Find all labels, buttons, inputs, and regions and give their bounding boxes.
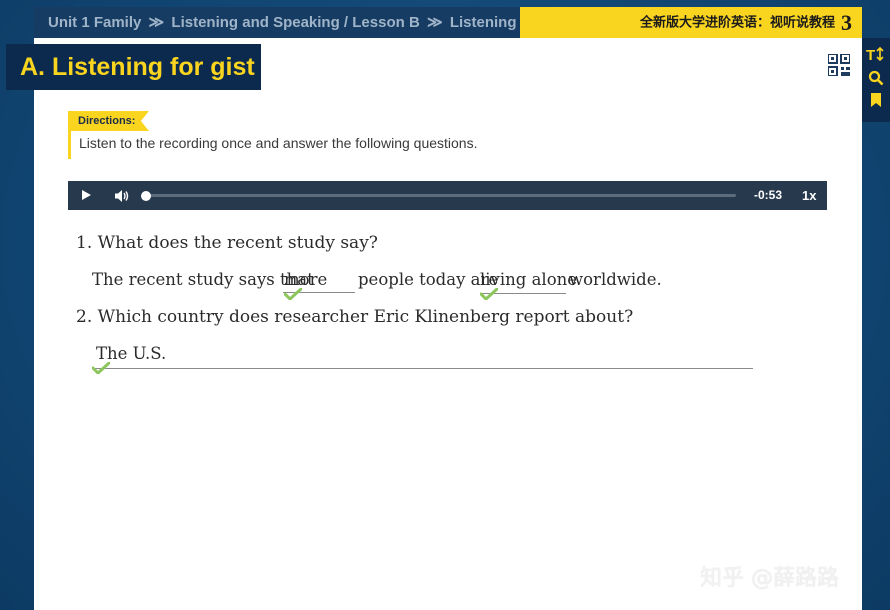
check-icon [284,288,302,300]
directions-text: Listen to the recording once and answer … [79,135,478,151]
playback-speed-button[interactable]: 1x [802,181,816,210]
book-title-text: 全新版大学进阶英语：视听说教程 [639,15,835,31]
breadcrumb: Unit 1 Family ≫ Listening and Speaking /… [34,7,529,38]
breadcrumb-separator: ≫ [148,14,165,31]
answer-prefix: The recent study says that [92,270,314,289]
directions-accent-line [68,131,71,159]
breadcrumb-item: Listening 2 [449,14,530,31]
answer-middle: people today are [358,270,499,289]
volume-icon[interactable] [114,188,130,204]
time-remaining: -0:53 [754,188,783,202]
breadcrumb-section[interactable]: Listening and Speaking / Lesson B [171,14,419,31]
question-2: 2. Which country does researcher Eric Kl… [76,307,633,327]
check-icon [480,288,498,300]
blank-2-answer: living alone [480,270,578,289]
font-size-icon[interactable]: T [862,46,890,68]
question-number: 1. [76,233,93,253]
directions-label: Directions: [68,111,149,131]
section-title: A. Listening for gist [6,44,261,90]
question-text: What does the recent study say? [97,233,378,253]
breadcrumb-separator: ≫ [426,14,443,31]
bookmark-icon[interactable] [862,92,890,114]
question-number: 2. [76,307,93,327]
question-text: Which country does researcher Eric Kline… [97,307,634,327]
book-number: 3 [841,10,852,36]
audio-player: -0:53 1x [68,181,827,210]
answer-2-text: The U.S. [96,344,167,363]
svg-text:T: T [866,47,875,62]
blank-1-answer: more [284,270,328,289]
play-icon[interactable] [82,190,91,200]
search-icon[interactable] [862,70,890,92]
answer-suffix: worldwide. [569,270,662,289]
progress-track[interactable] [146,194,736,197]
watermark: 知乎 @薛路路 [700,566,839,591]
progress-handle[interactable] [141,191,151,201]
side-toolbar: T [862,38,890,122]
qr-code-icon[interactable] [828,54,850,76]
answer-2-field[interactable] [92,348,753,369]
breadcrumb-unit[interactable]: Unit 1 Family [48,14,141,31]
check-icon [92,362,110,374]
book-title: 全新版大学进阶英语：视听说教程 3 [520,7,862,38]
question-1: 1. What does the recent study say? [76,233,378,253]
